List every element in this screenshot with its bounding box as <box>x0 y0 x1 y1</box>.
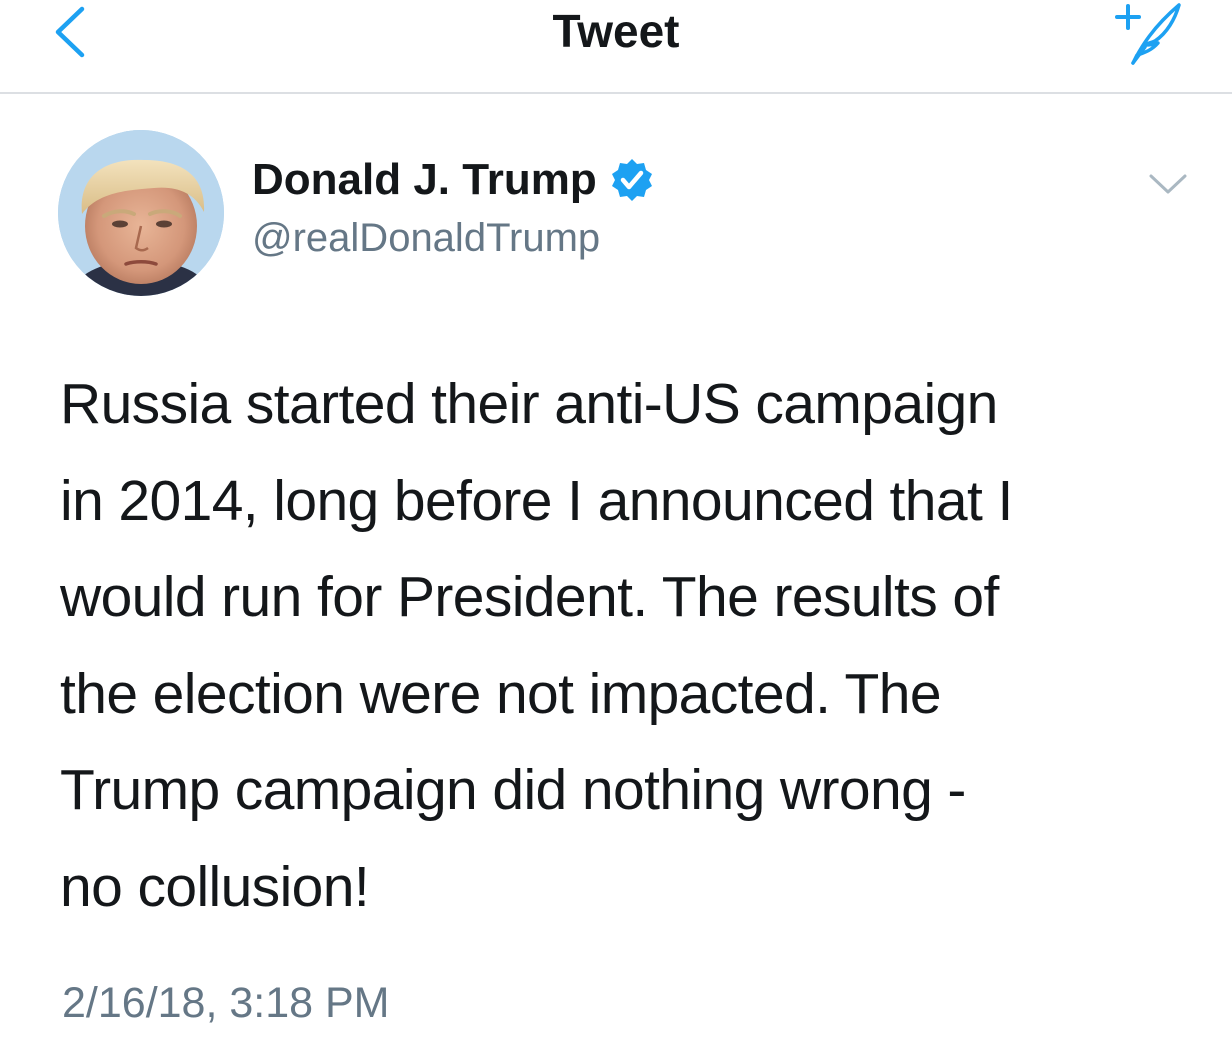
tweet-text-line: the election were not impacted. The <box>60 661 942 726</box>
profile-photo-icon <box>58 130 224 296</box>
avatar[interactable] <box>58 130 224 296</box>
tweet-timestamp: 2/16/18, 3:18 PM <box>62 979 390 1027</box>
tweet-text-line: Trump campaign did nothing wrong - <box>60 758 966 822</box>
tweet-text-line: no collusion! <box>60 854 370 919</box>
chevron-left-icon <box>55 6 85 58</box>
tweet-detail-screen: Tweet Donald J. Trump @realDonaldTrump R… <box>0 0 1232 1063</box>
back-button[interactable] <box>40 4 100 60</box>
author-handle: @realDonaldTrump <box>252 216 601 260</box>
tweet-author[interactable]: Donald J. Trump @realDonaldTrump <box>252 152 655 266</box>
navigation-bar: Tweet <box>0 0 1232 94</box>
tweet-menu-button[interactable] <box>1144 166 1192 202</box>
author-name: Donald J. Trump <box>252 155 597 204</box>
verified-badge-icon <box>611 159 652 201</box>
author-name-row: Donald J. Trump <box>252 152 655 208</box>
tweet-text-line: Russia started their anti-US campaign <box>60 372 998 436</box>
chevron-down-icon <box>1149 174 1187 194</box>
compose-tweet-button[interactable] <box>1100 0 1190 70</box>
tweet-text: Russia started their anti-US campaign in… <box>60 356 1200 935</box>
compose-tweet-feather-icon <box>1115 3 1181 65</box>
page-title: Tweet <box>552 5 680 57</box>
tweet-text-line: would run for President. The results of <box>60 565 999 629</box>
tweet-text-line: in 2014, long before I announced that I <box>60 468 1013 533</box>
